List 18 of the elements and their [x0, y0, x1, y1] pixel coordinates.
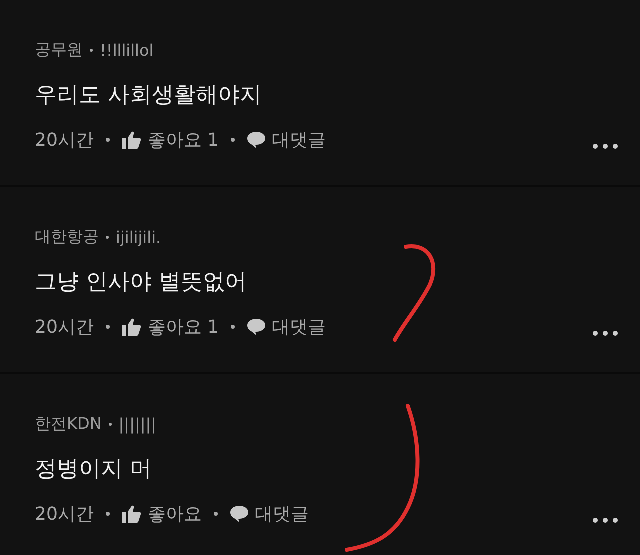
author-affiliation: 대한항공 [35, 226, 99, 248]
comment-time: 20시간 [35, 129, 94, 152]
comment-time: 20시간 [35, 503, 94, 526]
author-affiliation: 공무원 [35, 40, 83, 60]
reply-button[interactable]: 대댓글 [247, 128, 326, 152]
like-button[interactable]: 좋아요 1 [122, 128, 220, 152]
author-name[interactable]: !!lllillol [100, 40, 154, 60]
reply-button[interactable]: 대댓글 [230, 502, 309, 526]
comment-text: 그냥 인사야 별뜻없어 [35, 269, 248, 297]
comment-time: 20시간 [35, 316, 94, 339]
like-button[interactable]: 좋아요 [122, 502, 202, 526]
comment-text: 우리도 사회생활해야지 [35, 82, 263, 110]
author-name[interactable]: ijilijili. [116, 228, 162, 246]
like-button[interactable]: 좋아요 1 [122, 315, 220, 339]
author-name[interactable]: ||||||| [118, 414, 157, 434]
comment-text: 정병이지 머 [35, 456, 153, 484]
reply-button[interactable]: 대댓글 [247, 315, 326, 339]
author-affiliation: 한전KDN [35, 414, 102, 434]
